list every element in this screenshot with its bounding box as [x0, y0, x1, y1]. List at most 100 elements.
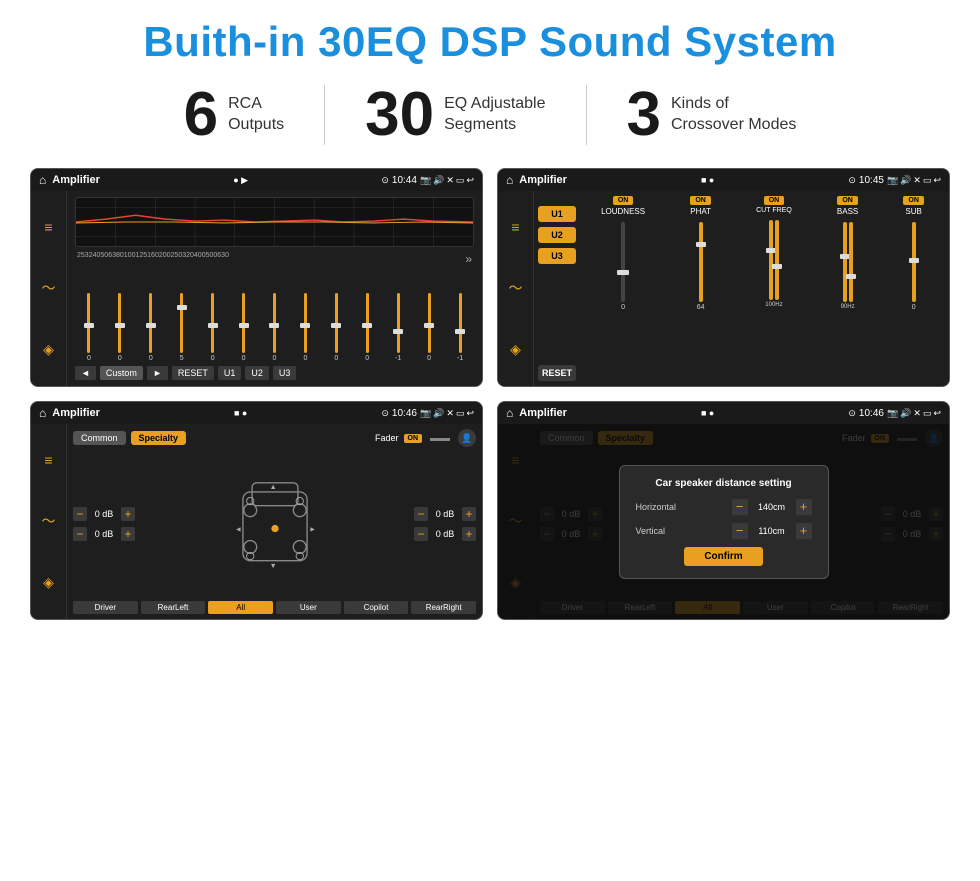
xo-reset-btn[interactable]: RESET	[538, 365, 576, 381]
dialog-horizontal-controls: − 140cm +	[732, 499, 812, 515]
dlg-close-icon: ✕	[913, 408, 921, 419]
stat-eq: 30 EQ AdjustableSegments	[325, 84, 585, 146]
xo-camera-icon: 📷	[887, 175, 898, 186]
xo-wave-icon[interactable]: 〜	[509, 278, 523, 298]
xo-tune-icon[interactable]: ≡	[511, 219, 519, 235]
xo-bass-val: 90Hz	[841, 304, 855, 310]
fader-fr-minus[interactable]: −	[414, 507, 428, 521]
eq-slider-12[interactable]: 0	[415, 282, 443, 362]
dialog-horizontal-row: Horizontal − 140cm +	[636, 499, 812, 515]
fader-rl-val: 0 dB	[90, 529, 118, 539]
eq-slider-7[interactable]: 0	[261, 282, 289, 362]
xo-bass-toggle[interactable]: ON	[837, 196, 858, 205]
fader-on-toggle[interactable]: ON	[404, 434, 423, 443]
freq-320: 320	[182, 252, 194, 266]
eq-wave-icon[interactable]: 〜	[42, 278, 56, 298]
eq-slider-11[interactable]: -1	[384, 282, 412, 362]
fader-home-icon[interactable]: ⌂	[39, 406, 46, 420]
eq-slider-9[interactable]: 0	[322, 282, 350, 362]
eq-tune-icon[interactable]: ≡	[44, 219, 52, 235]
xo-phat-val: 64	[697, 304, 705, 311]
fader-person-icon[interactable]: 👤	[458, 429, 476, 447]
dialog-confirm-button[interactable]: Confirm	[684, 547, 762, 566]
fader-tab-common[interactable]: Common	[73, 431, 126, 445]
eq-slider-5[interactable]: 0	[199, 282, 227, 362]
fader-rr-plus[interactable]: +	[462, 527, 476, 541]
eq-slider-1[interactable]: 0	[75, 282, 103, 362]
xo-home-icon[interactable]: ⌂	[506, 173, 513, 187]
eq-volume-icon[interactable]: ◈	[43, 341, 54, 358]
xo-time: 10:45	[859, 175, 884, 186]
eq-next-btn[interactable]: ►	[147, 366, 168, 380]
eq-freq-labels: 25 32 40 50 63 80 100 125 160 200 250 32…	[75, 252, 474, 266]
eq-custom-btn[interactable]: Custom	[100, 366, 143, 380]
fader-rl-plus[interactable]: +	[121, 527, 135, 541]
xo-u2-btn[interactable]: U2	[538, 227, 576, 243]
fader-rearright-btn[interactable]: RearRight	[411, 601, 476, 614]
home-icon[interactable]: ⌂	[39, 173, 46, 187]
svg-text:►: ►	[308, 524, 315, 533]
xo-bass-label: BASS	[837, 207, 858, 216]
fader-status-icons: 📷 🔊 ✕ ▭ ↩	[420, 408, 474, 419]
fader-volume-icon[interactable]: ◈	[43, 574, 54, 591]
freq-125: 125	[135, 252, 147, 266]
eq-screen-card: ⌂ Amplifier ● ▶ ⊙ 10:44 📷 🔊 ✕ ▭ ↩	[30, 168, 483, 387]
fader-fl-minus[interactable]: −	[73, 507, 87, 521]
fader-tab-specialty[interactable]: Specialty	[131, 431, 187, 445]
stat-crossover-number: 3	[627, 84, 661, 146]
fader-fl-plus[interactable]: +	[121, 507, 135, 521]
eq-slider-2[interactable]: 0	[106, 282, 134, 362]
fader-wave-icon[interactable]: 〜	[42, 511, 56, 531]
dialog-vertical-label: Vertical	[636, 526, 666, 536]
eq-reset-btn[interactable]: RESET	[172, 366, 214, 380]
fader-copilot-btn[interactable]: Copilot	[344, 601, 409, 614]
fader-driver-btn[interactable]: Driver	[73, 601, 138, 614]
eq-app-name: Amplifier	[52, 174, 100, 186]
eq-slider-13[interactable]: -1	[446, 282, 474, 362]
eq-slider-10[interactable]: 0	[353, 282, 381, 362]
dialog-vertical-plus[interactable]: +	[796, 523, 812, 539]
fader-all-btn[interactable]: All	[208, 601, 273, 614]
xo-cutfreq-toggle[interactable]: ON	[764, 196, 785, 205]
fader-fl-val: 0 dB	[90, 509, 118, 519]
freq-100: 100	[124, 252, 136, 266]
fader-db-front-left: − 0 dB +	[73, 507, 135, 521]
fader-rearleft-btn[interactable]: RearLeft	[141, 601, 206, 614]
eq-slider-3[interactable]: 0	[137, 282, 165, 362]
xo-phat-toggle[interactable]: ON	[690, 196, 711, 205]
eq-u3-btn[interactable]: U3	[273, 366, 297, 380]
dialog-horizontal-minus[interactable]: −	[732, 499, 748, 515]
fader-user-btn[interactable]: User	[276, 601, 341, 614]
xo-sub-toggle[interactable]: ON	[903, 196, 924, 205]
fader-slider-icon: ▬▬	[430, 433, 450, 444]
xo-volume-icon: 🔊	[900, 175, 911, 186]
fader-camera-icon: 📷	[420, 408, 431, 419]
expand-icon[interactable]: »	[465, 252, 472, 266]
dialog-home-icon[interactable]: ⌂	[506, 406, 513, 420]
dlg-batt-icon: ▭	[923, 408, 932, 419]
eq-u2-btn[interactable]: U2	[245, 366, 269, 380]
eq-u1-btn[interactable]: U1	[218, 366, 242, 380]
xo-loudness-toggle[interactable]: ON	[613, 196, 634, 205]
fader-tune-icon[interactable]: ≡	[44, 452, 52, 468]
fader-fr-plus[interactable]: +	[462, 507, 476, 521]
fader-rl-minus[interactable]: −	[73, 527, 87, 541]
eq-slider-8[interactable]: 0	[291, 282, 319, 362]
fader-screen-content: ≡ 〜 ◈ Common Specialty Fader ON ▬▬ 👤	[31, 424, 482, 619]
stat-rca: 6 RCAOutputs	[144, 84, 325, 146]
svg-text:▲: ▲	[269, 482, 276, 491]
fader-location-icon: ⊙	[381, 408, 389, 419]
xo-u3-btn[interactable]: U3	[538, 248, 576, 264]
dialog-horizontal-value: 140cm	[752, 502, 792, 512]
eq-prev-btn[interactable]: ◄	[75, 366, 96, 380]
fader-db-rear-right: − 0 dB +	[414, 527, 476, 541]
xo-volume-ctrl-icon[interactable]: ◈	[510, 341, 521, 358]
dialog-vertical-minus[interactable]: −	[732, 523, 748, 539]
xo-app-name: Amplifier	[519, 174, 567, 186]
dialog-horizontal-plus[interactable]: +	[796, 499, 812, 515]
eq-slider-4[interactable]: 5	[168, 282, 196, 362]
eq-slider-6[interactable]: 0	[230, 282, 258, 362]
xo-u1-btn[interactable]: U1	[538, 206, 576, 222]
fader-side-panel: ≡ 〜 ◈	[31, 424, 67, 619]
fader-rr-minus[interactable]: −	[414, 527, 428, 541]
